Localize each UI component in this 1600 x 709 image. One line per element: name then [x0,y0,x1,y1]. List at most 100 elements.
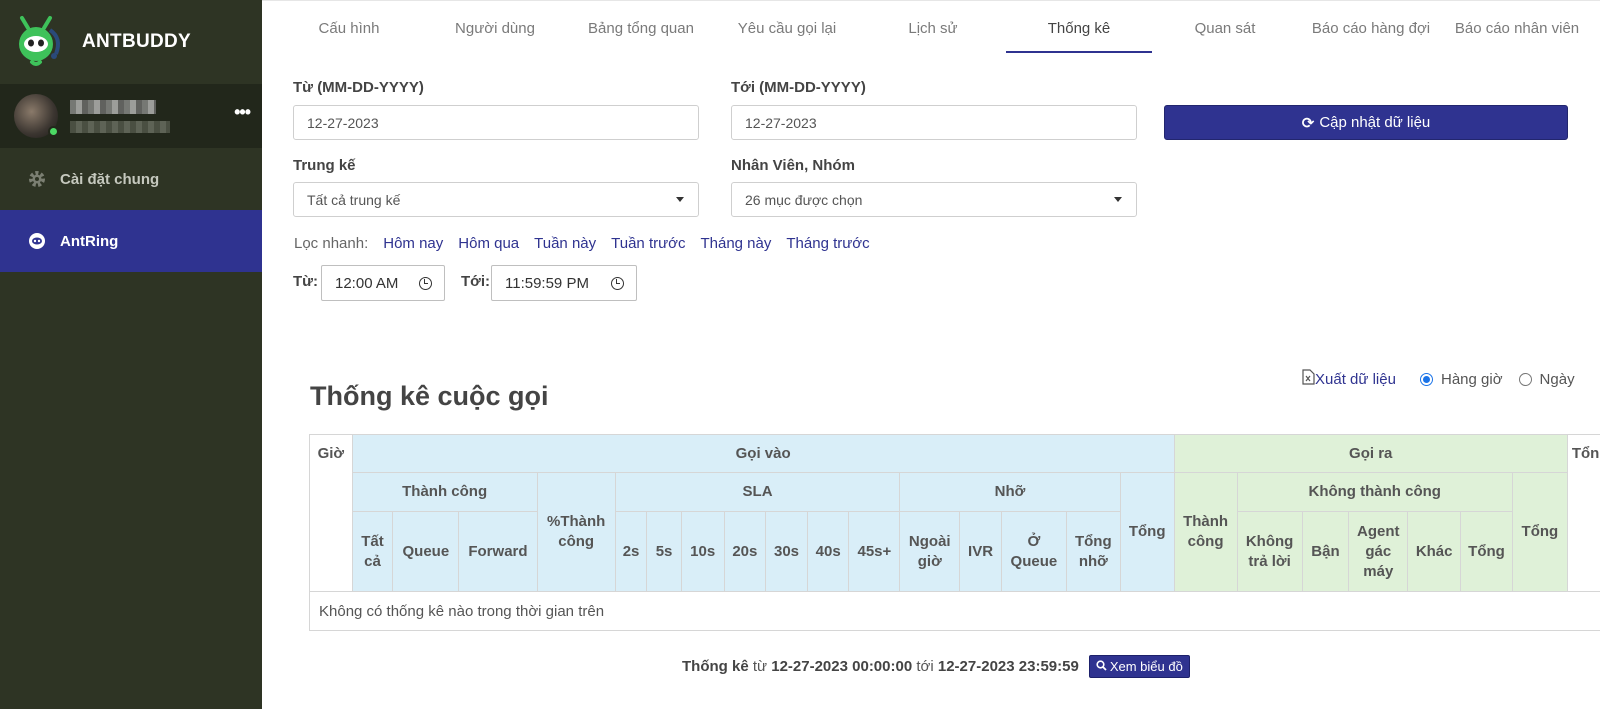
brand[interactable]: ANTBUDDY [0,0,262,84]
col-header-out-fail: Không thành công [1236,472,1513,512]
call-stats-table-wrapper[interactable]: Giờ Gọi vào Gọi ra Tổn Thành công %Thành… [309,434,1600,631]
summary-to: 12-27-2023 23:59:59 [937,658,1079,675]
col-header-in-success-rate: %Thành công [536,472,616,592]
col-header-hour: Giờ [309,434,353,592]
time-to-label: Tới: [461,273,490,290]
time-to-input[interactable]: 11:59:59 PM [491,265,637,301]
user-email-redacted [70,120,170,133]
tab-bar: Cấu hình Người dùng Bảng tổng quan Yêu c… [276,1,1590,57]
granularity-radio-group: Hàng giờ Ngày [1420,371,1575,388]
quick-this-week-link[interactable]: Tuần này [534,235,596,252]
summary-from: 12-27-2023 00:00:00 [771,658,913,675]
from-date-input[interactable]: 12-27-2023 [293,105,699,140]
sidebar: ANTBUDDY ••• Cài đặt chung AntRing [0,0,262,709]
to-date-label: Tới (MM-DD-YYYY) [731,79,866,96]
col-header-missed: Nhỡ [899,472,1121,512]
summary-to-word: tới [916,658,934,675]
stats-range-summary: Thống kê từ 12-27-2023 00:00:00 tới 12-2… [682,655,1190,678]
col-header-sla-30s: 30s [765,511,808,592]
tab-callback-requests[interactable]: Yêu cầu gọi lại [714,1,860,57]
time-from-label: Từ: [293,273,319,290]
col-header-total: Tổn [1566,434,1600,592]
from-date-label: Từ (MM-DD-YYYY) [293,79,424,96]
time-from-input[interactable]: 12:00 AM [321,265,445,301]
col-header-agent-hangup: Agent gác máy [1348,511,1409,592]
caret-down-icon [676,197,684,202]
trunk-select[interactable]: Tất cả trung kế [293,182,699,217]
staff-select-value: 26 mục được chọn [745,191,863,208]
daily-radio[interactable] [1518,373,1532,386]
tab-history[interactable]: Lịch sử [860,1,1006,57]
col-header-sla-10s: 10s [680,511,725,592]
tab-config[interactable]: Cấu hình [276,1,422,57]
sidebar-item-label: Cài đặt chung [60,170,160,188]
col-header-missed-after-hours: Ngoài giờ [899,511,961,592]
col-header-out-success: Thành công [1173,472,1238,592]
more-options-icon[interactable]: ••• [234,102,251,123]
col-header-missed-ivr: IVR [959,511,1002,592]
clock-icon[interactable] [419,277,432,290]
col-header-sla-20s: 20s [723,511,767,592]
quick-this-month-link[interactable]: Tháng này [700,235,771,252]
time-from-value: 12:00 AM [335,274,399,292]
refresh-icon: ⟳ [1301,114,1315,132]
page-title: Thống kê cuộc gọi [310,381,549,411]
clock-icon[interactable] [611,277,624,290]
summary-label: Thống kê [682,658,749,675]
online-status-icon [48,126,59,137]
export-data-label: Xuất dữ liệu [1315,370,1396,388]
col-header-forward: Forward [458,511,538,592]
col-header-inbound: Gọi vào [351,434,1175,473]
tab-staff-report[interactable]: Báo cáo nhân viên [1444,1,1590,57]
col-header-in-total: Tổng [1119,472,1175,592]
col-header-outbound: Gọi ra [1173,434,1568,473]
antring-icon [26,230,48,252]
excel-file-icon [1302,369,1315,389]
staff-label: Nhân Viên, Nhóm [731,157,855,174]
empty-table-message: Không có thống kê nào trong thời gian tr… [309,591,1600,631]
col-header-queue: Queue [392,511,460,592]
col-header-busy: Bận [1301,511,1350,592]
tab-queue-report[interactable]: Báo cáo hàng đợi [1298,1,1444,57]
quick-filter-label: Lọc nhanh: [294,235,369,252]
col-header-fail-total: Tổng [1460,511,1513,592]
tab-monitor[interactable]: Quan sát [1152,1,1298,57]
summary-from-word: từ [752,658,768,675]
call-stats-table: Giờ Gọi vào Gọi ra Tổn Thành công %Thành… [309,434,1600,631]
quick-yesterday-link[interactable]: Hôm qua [458,235,519,252]
tab-users[interactable]: Người dùng [422,1,568,57]
hourly-radio[interactable] [1420,373,1433,386]
view-chart-label: Xem biểu đồ [1109,659,1183,674]
user-info [70,99,170,133]
col-header-sla-45s-plus: 45s+ [848,511,901,592]
col-header-out-total: Tổng [1511,472,1568,592]
quick-last-month-link[interactable]: Tháng trước [786,235,869,252]
time-to-value: 11:59:59 PM [505,274,589,292]
tab-statistics[interactable]: Thống kê [1006,1,1152,53]
col-header-in-success: Thành công [351,472,538,512]
sidebar-item-antring[interactable]: AntRing [0,210,262,272]
col-header-no-answer: Không trả lời [1236,511,1303,592]
quick-last-week-link[interactable]: Tuần trước [611,235,685,252]
col-header-other: Khác [1407,511,1462,592]
col-header-sla-2s: 2s [614,511,648,592]
col-header-missed-total: Tổng nhỡ [1065,511,1121,592]
to-date-input[interactable]: 12-27-2023 [731,105,1137,140]
staff-select[interactable]: 26 mục được chọn [731,182,1137,217]
col-header-missed-queue: Ở Queue [1000,511,1067,592]
view-chart-button[interactable]: Xem biểu đồ [1088,655,1190,678]
daily-radio-label: Ngày [1539,371,1575,388]
main-content: Cấu hình Người dùng Bảng tổng quan Yêu c… [262,0,1600,709]
gear-icon [26,168,48,190]
search-icon [1096,659,1107,674]
quick-today-link[interactable]: Hôm nay [383,235,443,252]
user-profile[interactable]: ••• [0,84,262,148]
user-name-redacted [70,99,156,114]
hourly-radio-label: Hàng giờ [1441,371,1503,388]
export-data-button[interactable]: Xuất dữ liệu [1302,369,1396,389]
antbuddy-logo-icon [14,14,66,70]
tab-dashboard[interactable]: Bảng tổng quan [568,1,714,57]
quick-filter: Lọc nhanh: Hôm nay Hôm qua Tuần này Tuần… [294,235,870,252]
sidebar-item-general-settings[interactable]: Cài đặt chung [0,148,262,210]
update-data-button[interactable]: ⟳ Cập nhật dữ liệu [1164,105,1568,140]
